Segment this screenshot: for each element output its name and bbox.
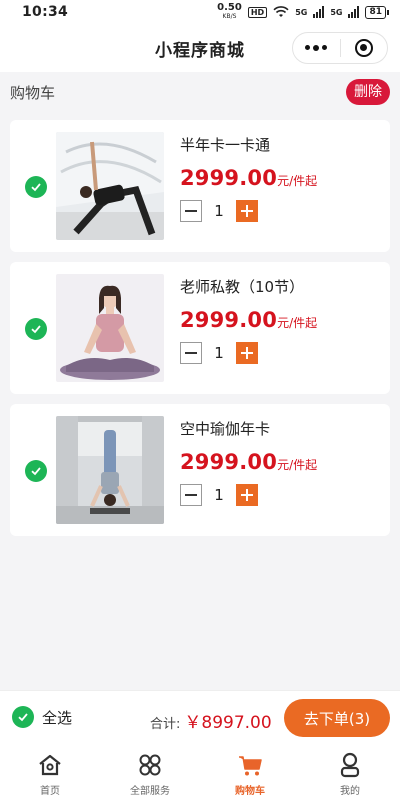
cart-item: 半年卡一卡通 2999.00元/件起 1 <box>10 120 390 252</box>
home-icon <box>39 754 61 776</box>
tab-cart[interactable]: 购物车 <box>200 744 300 800</box>
cart-item: 空中瑜伽年卡 2999.00元/件起 1 <box>10 404 390 536</box>
nav-bar: 小程序商城 <box>0 24 400 72</box>
yoga-headstand-pose-image <box>56 416 164 524</box>
wifi-icon <box>273 6 289 17</box>
network-speed-value: 0.50 <box>217 2 242 13</box>
checkmark-icon <box>18 713 28 722</box>
item-price: 2999.00元/件起 <box>180 308 317 332</box>
item-name: 半年卡一卡通 <box>180 136 271 154</box>
signal-5g-label-2: 5G <box>330 7 343 17</box>
quantity-value: 1 <box>214 486 224 504</box>
tab-profile[interactable]: 我的 <box>300 744 400 800</box>
decrease-quantity-button[interactable] <box>180 484 202 506</box>
price-unit: 元/件起 <box>277 174 318 188</box>
item-checkbox[interactable] <box>25 460 47 482</box>
status-indicators: 0.50 KB/S HD 5G 5G 81 <box>217 3 389 21</box>
checkout-bar: 全选 合计: ￥8997.00 去下单(3) <box>0 690 400 744</box>
tab-label: 首页 <box>40 786 60 797</box>
item-checkbox[interactable] <box>25 176 47 198</box>
network-speed-unit: KB/S <box>222 13 237 20</box>
increase-quantity-button[interactable] <box>236 342 258 364</box>
quantity-stepper: 1 <box>180 484 258 506</box>
checkmark-icon <box>31 183 41 192</box>
network-speed: 0.50 KB/S <box>217 3 242 21</box>
increase-quantity-button[interactable] <box>236 484 258 506</box>
item-name: 空中瑜伽年卡 <box>180 420 271 438</box>
tab-label: 购物车 <box>235 786 265 797</box>
cart-item: 老师私教（10节） 2999.00元/件起 1 <box>10 262 390 394</box>
total-label: 合计: <box>150 717 181 732</box>
quantity-stepper: 1 <box>180 200 258 222</box>
cart-item-list: 半年卡一卡通 2999.00元/件起 1 老师私教（10节） 2999.00元/… <box>10 120 390 546</box>
price-unit: 元/件起 <box>277 458 318 472</box>
checkmark-icon <box>31 467 41 476</box>
select-all-label: 全选 <box>42 708 73 727</box>
target-circle-icon <box>354 39 373 57</box>
item-name: 老师私教（10节） <box>180 278 305 296</box>
cart-title: 购物车 <box>10 83 56 102</box>
quantity-stepper: 1 <box>180 342 258 364</box>
status-bar: 10:34 0.50 KB/S HD 5G 5G 81 <box>0 0 400 24</box>
mini-program-capsule <box>292 32 388 64</box>
order-total: 合计: ￥8997.00 <box>150 708 272 733</box>
place-order-button[interactable]: 去下单(3) <box>284 699 390 737</box>
yoga-seated-pose-image <box>56 274 164 382</box>
quantity-value: 1 <box>214 202 224 220</box>
tab-all-services[interactable]: 全部服务 <box>100 744 200 800</box>
item-price: 2999.00元/件起 <box>180 166 317 190</box>
checkmark-icon <box>31 325 41 334</box>
price-value: 2999.00 <box>180 308 278 332</box>
product-image[interactable] <box>56 274 164 382</box>
cart-icon <box>239 756 262 776</box>
decrease-quantity-button[interactable] <box>180 200 202 222</box>
signal-bars-icon-2 <box>348 6 360 18</box>
status-time: 10:34 <box>22 4 69 20</box>
profile-icon <box>340 752 360 778</box>
item-price: 2999.00元/件起 <box>180 450 317 474</box>
yoga-triangle-pose-image <box>56 132 164 240</box>
tab-label: 全部服务 <box>130 786 170 797</box>
product-image[interactable] <box>56 416 164 524</box>
decrease-quantity-button[interactable] <box>180 342 202 364</box>
tab-bar: 首页 全部服务 购物车 我的 <box>0 744 400 800</box>
increase-quantity-button[interactable] <box>236 200 258 222</box>
more-dots-icon <box>305 45 328 51</box>
quantity-value: 1 <box>214 344 224 362</box>
select-all-checkbox[interactable] <box>12 706 34 728</box>
close-mini-program-button[interactable] <box>340 33 387 63</box>
cart-header: 购物车 删除 <box>0 72 400 112</box>
tab-label: 我的 <box>340 786 360 797</box>
battery-icon: 81 <box>365 5 389 19</box>
product-image[interactable] <box>56 132 164 240</box>
select-all-toggle[interactable]: 全选 <box>12 706 72 728</box>
tab-home[interactable]: 首页 <box>0 744 100 800</box>
price-unit: 元/件起 <box>277 316 318 330</box>
signal-5g-label-1: 5G <box>295 7 308 17</box>
price-value: 2999.00 <box>180 166 278 190</box>
price-value: 2999.00 <box>180 450 278 474</box>
services-grid-icon <box>139 754 161 776</box>
hd-badge: HD <box>247 6 268 18</box>
total-amount: ￥8997.00 <box>184 713 272 733</box>
delete-button[interactable]: 删除 <box>346 79 390 105</box>
more-button[interactable] <box>293 33 340 63</box>
signal-bars-icon <box>313 6 325 18</box>
item-checkbox[interactable] <box>25 318 47 340</box>
